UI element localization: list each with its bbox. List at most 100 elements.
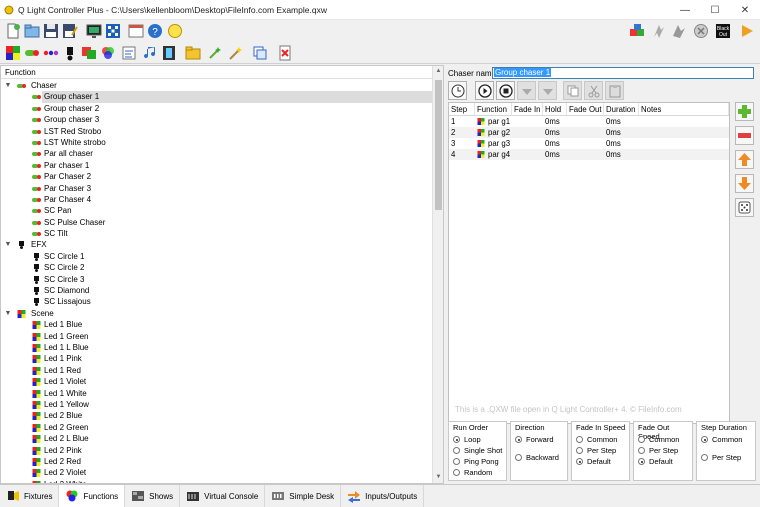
open-workspace-button[interactable] — [23, 22, 41, 40]
address-tool-button[interactable] — [104, 22, 122, 40]
radio-option[interactable]: Default — [572, 456, 629, 467]
column-function[interactable]: Function — [475, 103, 512, 115]
operate-mode-button[interactable] — [738, 22, 756, 40]
auto-function-button[interactable] — [206, 44, 224, 62]
radio-option[interactable]: Per Step — [572, 445, 629, 456]
tree-item[interactable]: Group chaser 2 — [1, 103, 433, 114]
new-collection-button[interactable] — [80, 44, 98, 62]
chaser-name-input[interactable]: Group chaser 1 — [492, 67, 754, 79]
radio-button[interactable] — [453, 436, 460, 443]
copy-button[interactable] — [563, 81, 582, 100]
radio-button[interactable] — [515, 436, 522, 443]
new-sequence-button[interactable] — [42, 44, 60, 62]
tree-item[interactable]: LST White strobo — [1, 137, 433, 148]
play-button[interactable] — [475, 81, 494, 100]
table-row[interactable]: 3 par g3 0ms 0ms — [449, 138, 729, 149]
radio-button[interactable] — [638, 458, 645, 465]
new-video-button[interactable] — [160, 44, 178, 62]
tab-fixtures[interactable]: Fixtures — [0, 485, 60, 507]
tree-item[interactable]: SC Circle 1 — [1, 251, 433, 262]
radio-button[interactable] — [453, 458, 460, 465]
move-step-up-button[interactable] — [735, 150, 754, 169]
scroll-thumb[interactable] — [435, 80, 442, 210]
tree-item[interactable]: Led 1 White — [1, 388, 433, 399]
radio-option[interactable]: Random — [449, 467, 506, 478]
tree-folder[interactable]: ▼ Scene — [1, 308, 433, 319]
previous-step-button[interactable] — [517, 81, 536, 100]
tree-item[interactable]: SC Diamond — [1, 285, 433, 296]
save-workspace-button[interactable] — [42, 22, 60, 40]
column-step[interactable]: Step — [449, 103, 475, 115]
tree-item[interactable]: Led 1 Yellow — [1, 399, 433, 410]
radio-option[interactable]: Forward — [511, 434, 567, 445]
radio-option[interactable]: Common — [697, 434, 755, 445]
shuffle-steps-button[interactable] — [735, 198, 754, 217]
tab-simple-desk[interactable]: Simple Desk — [265, 485, 342, 507]
table-row[interactable]: 4 par g4 0ms 0ms — [449, 149, 729, 160]
column-notes[interactable]: Notes — [639, 103, 729, 115]
tree-item[interactable]: Led 2 Red — [1, 456, 433, 467]
tab-functions[interactable]: Functions — [59, 485, 126, 507]
tree-item[interactable]: Led 1 Blue — [1, 319, 433, 330]
tree-item[interactable]: Par Chaser 2 — [1, 171, 433, 182]
blackout-toggle-button[interactable] — [650, 22, 668, 40]
help-button[interactable]: ? — [146, 22, 164, 40]
tab-shows[interactable]: Shows — [125, 485, 181, 507]
radio-button[interactable] — [576, 447, 583, 454]
new-chaser-button[interactable] — [23, 44, 41, 62]
radio-option[interactable]: Loop — [449, 434, 506, 445]
test-timer-button[interactable] — [448, 81, 467, 100]
tree-item[interactable]: Led 2 White — [1, 479, 433, 483]
tree-scrollbar[interactable]: ▲ ▼ — [432, 66, 443, 483]
tree-item[interactable]: Led 1 Violet — [1, 376, 433, 387]
tree-item[interactable]: Led 2 L Blue — [1, 433, 433, 444]
new-workspace-button[interactable] — [4, 22, 22, 40]
blackout-button[interactable]: Black Out — [714, 22, 732, 40]
radio-button[interactable] — [638, 447, 645, 454]
about-button[interactable] — [166, 22, 184, 40]
chevron-down-icon[interactable]: ▼ — [4, 308, 12, 319]
scroll-up-arrow[interactable]: ▲ — [433, 66, 444, 77]
save-as-button[interactable] — [61, 22, 79, 40]
column-fade-out[interactable]: Fade Out — [567, 103, 604, 115]
column-fade-in[interactable]: Fade In — [512, 103, 543, 115]
tree-item[interactable]: LST Red Strobo — [1, 126, 433, 137]
magic-wand-button[interactable] — [226, 44, 244, 62]
tree-item[interactable]: Led 2 Blue — [1, 410, 433, 421]
radio-option[interactable]: Default — [634, 456, 692, 467]
new-folder-button[interactable] — [184, 44, 202, 62]
tree-item[interactable]: Led 2 Green — [1, 422, 433, 433]
radio-button[interactable] — [453, 469, 460, 476]
radio-option[interactable]: Single Shot — [449, 445, 506, 456]
clone-function-button[interactable] — [251, 44, 269, 62]
remove-step-button[interactable] — [735, 126, 754, 145]
next-step-button[interactable] — [538, 81, 557, 100]
tree-item[interactable]: SC Pan — [1, 205, 433, 216]
new-rgb-matrix-button[interactable] — [99, 44, 117, 62]
radio-button[interactable] — [576, 458, 583, 465]
stop-all-button[interactable] — [692, 22, 710, 40]
column-hold[interactable]: Hold — [543, 103, 567, 115]
tree-item[interactable]: Par Chaser 3 — [1, 183, 433, 194]
fullscreen-button[interactable] — [127, 22, 145, 40]
tree-item[interactable]: Par Chaser 4 — [1, 194, 433, 205]
tree-item[interactable]: Par chaser 1 — [1, 160, 433, 171]
close-button[interactable]: ✕ — [730, 0, 760, 20]
monitor-button[interactable] — [85, 22, 103, 40]
tree-item[interactable]: SC Pulse Chaser — [1, 217, 433, 228]
new-scene-button[interactable] — [4, 44, 22, 62]
minimize-button[interactable]: — — [670, 0, 700, 20]
delete-function-button[interactable] — [276, 44, 294, 62]
tree-folder[interactable]: ▼ Chaser — [1, 80, 433, 91]
radio-button[interactable] — [638, 436, 645, 443]
tree-item[interactable]: Led 1 Pink — [1, 353, 433, 364]
radio-button[interactable] — [515, 454, 522, 461]
radio-button[interactable] — [576, 436, 583, 443]
chevron-down-icon[interactable]: ▼ — [4, 80, 12, 91]
tree-item[interactable]: Group chaser 3 — [1, 114, 433, 125]
maximize-button[interactable]: ☐ — [700, 0, 730, 20]
new-efx-button[interactable] — [61, 44, 79, 62]
radio-button[interactable] — [701, 436, 708, 443]
tree-item[interactable]: SC Lissajous — [1, 296, 433, 307]
stop-button[interactable] — [496, 81, 515, 100]
